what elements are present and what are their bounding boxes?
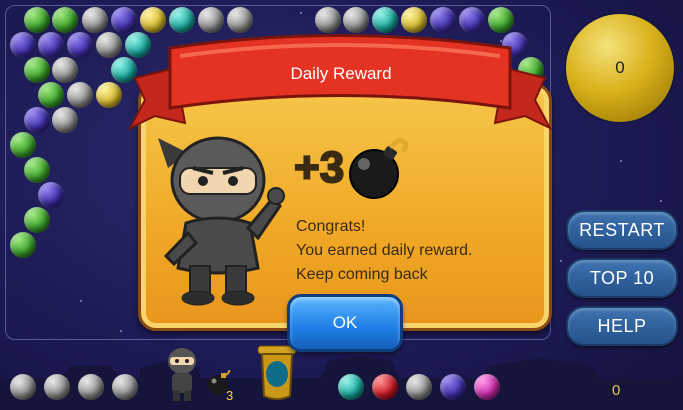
queue-bubble: [372, 374, 398, 400]
bubble: [82, 7, 108, 33]
bubble: [38, 82, 64, 108]
bubble: [24, 107, 50, 133]
bomb-icon: [349, 138, 409, 199]
queue-bubble: [78, 374, 104, 400]
score-orb: 0: [566, 14, 674, 122]
bottom-score: 0: [612, 382, 621, 399]
bubble-shooter[interactable]: [256, 344, 298, 404]
title-ribbon: [127, 34, 553, 131]
bubble: [10, 232, 36, 258]
bubble: [96, 32, 122, 58]
bubble: [38, 32, 64, 58]
ninja-character: [158, 136, 285, 306]
ok-button[interactable]: OK: [287, 294, 403, 352]
queue-bubble: [10, 374, 36, 400]
bubble: [38, 182, 64, 208]
queue-bubble: [406, 374, 432, 400]
bubble: [10, 132, 36, 158]
bubble: [24, 7, 50, 33]
restart-button[interactable]: RESTART: [566, 210, 678, 250]
ninja-character-small: [168, 348, 196, 401]
queue-bubble: [440, 374, 466, 400]
message-line: Keep coming back: [296, 266, 428, 283]
bubble: [24, 157, 50, 183]
dialog-title: Daily Reward: [290, 64, 392, 83]
reward-amount: +3: [293, 142, 345, 193]
queue-bubble: [338, 374, 364, 400]
bubble: [67, 32, 93, 58]
bomb-count: 3: [226, 388, 234, 403]
help-button[interactable]: HELP: [566, 306, 678, 346]
queue-bubble: [44, 374, 70, 400]
queue-bubble: [112, 374, 138, 400]
bubble: [52, 57, 78, 83]
reward-row: +3: [293, 136, 410, 200]
bubble: [52, 7, 78, 33]
message-line: You earned daily reward.: [296, 242, 473, 259]
bubble: [24, 207, 50, 233]
queue-bubble: [474, 374, 500, 400]
bubble: [24, 57, 50, 83]
bubble: [96, 82, 122, 108]
score-value: 0: [615, 58, 625, 77]
top10-button[interactable]: TOP 10: [566, 258, 678, 298]
message-line: Congrats!: [296, 218, 366, 235]
bubble: [67, 82, 93, 108]
reward-message: Congrats! You earned daily reward. Keep …: [296, 215, 472, 287]
bubble: [52, 107, 78, 133]
bubble: [10, 32, 36, 58]
